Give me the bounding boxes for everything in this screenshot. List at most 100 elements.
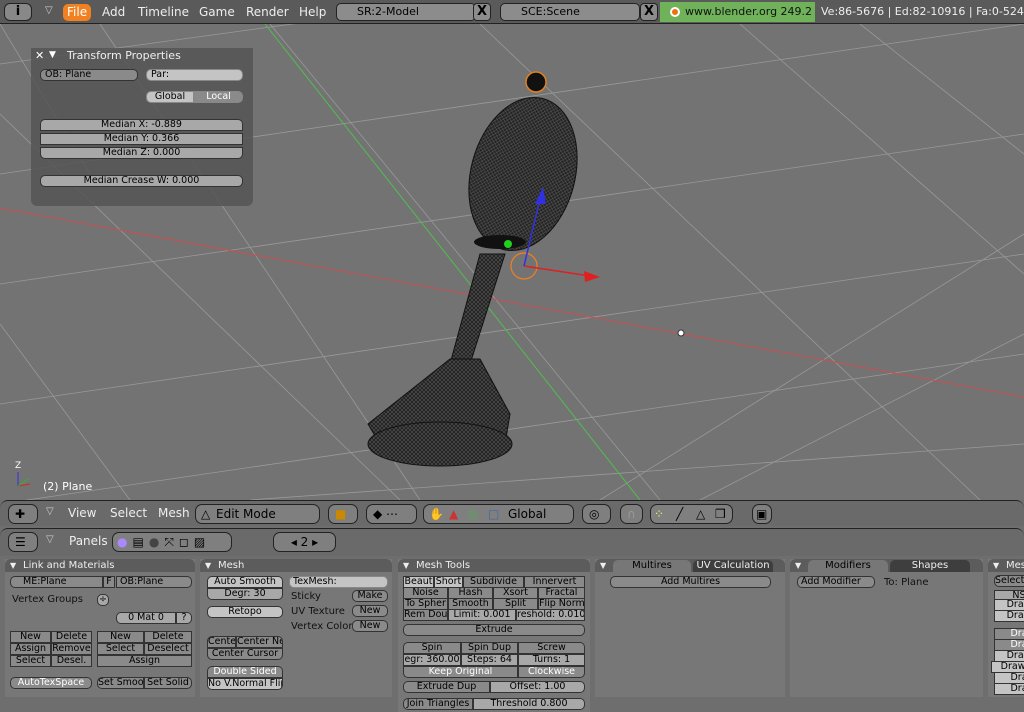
- add-modifier-selector[interactable]: Add Modifier: [797, 576, 875, 588]
- object-icon[interactable]: ⤧: [164, 535, 179, 549]
- join-triangles-button[interactable]: Join Triangles: [403, 698, 473, 710]
- vertex-group-menu[interactable]: ÷: [97, 594, 109, 606]
- vgroup-deselect-button[interactable]: Desel.: [51, 655, 92, 667]
- scene-delete-button[interactable]: X: [640, 3, 658, 21]
- remove-doubles-button[interactable]: Rem Dou: [403, 609, 448, 621]
- clockwise-toggle[interactable]: Clockwise: [518, 666, 585, 678]
- menu-add[interactable]: Add: [98, 4, 129, 21]
- keep-original-toggle[interactable]: Keep Original: [403, 666, 518, 678]
- menu-render[interactable]: Render: [242, 4, 293, 21]
- logic-icon[interactable]: ●: [117, 535, 132, 549]
- median-y-field[interactable]: Median Y: 0.366: [40, 133, 243, 145]
- local-toggle[interactable]: Local: [194, 91, 243, 103]
- spin-button[interactable]: Spin: [403, 642, 461, 654]
- 3d-viewport[interactable]: Z (2) Plane ✕ ▼ Transform Properties OB:…: [0, 24, 1024, 500]
- limit-field[interactable]: Limit: 0.001: [448, 609, 516, 621]
- join-threshold-field[interactable]: Threshold 0.800: [473, 698, 585, 710]
- material-index-field[interactable]: 0 Mat 0: [116, 612, 176, 624]
- screen-selector[interactable]: SR:2-Model: [336, 3, 476, 21]
- translate-icon[interactable]: ▲: [449, 505, 458, 523]
- set-smooth-button[interactable]: Set Smoo: [97, 677, 144, 689]
- threshold-field[interactable]: reshold: 0.010: [516, 609, 585, 621]
- draw-type-button[interactable]: ■: [328, 504, 358, 524]
- screen-delete-button[interactable]: X: [473, 3, 491, 21]
- vgroup-new-button[interactable]: New: [10, 631, 51, 643]
- info-icon[interactable]: i: [4, 3, 32, 21]
- menu-mesh[interactable]: Mesh: [158, 506, 190, 520]
- panel-header[interactable]: ▼ Mesh Tools: [398, 559, 590, 572]
- snap-magnet-icon[interactable]: ∩: [620, 504, 643, 524]
- collapse-triangle-icon[interactable]: ▼: [10, 559, 16, 572]
- material-new-button[interactable]: New: [97, 631, 144, 643]
- degree-field[interactable]: egr: 360.00: [403, 654, 461, 666]
- editor-type-button[interactable]: ☰: [8, 532, 38, 552]
- menu-game[interactable]: Game: [195, 4, 239, 21]
- render-preview-icon[interactable]: ▣: [752, 504, 772, 524]
- screw-button[interactable]: Screw: [518, 642, 585, 654]
- no-vnormal-flip-toggle[interactable]: No V.Normal Flip: [207, 678, 283, 690]
- menu-view[interactable]: View: [68, 506, 96, 520]
- steps-field[interactable]: Steps: 64: [461, 654, 518, 666]
- rotate-icon[interactable]: ◎: [468, 505, 478, 523]
- material-assign-button[interactable]: Assign: [97, 655, 192, 667]
- center-new-button[interactable]: Center Ne: [236, 636, 283, 648]
- set-solid-button[interactable]: Set Solid: [144, 677, 192, 689]
- tab-multires[interactable]: Multires: [613, 560, 691, 572]
- double-sided-toggle[interactable]: Double Sided: [207, 666, 283, 678]
- frame-stepper[interactable]: ◂ 2 ▸: [273, 532, 336, 552]
- material-help-button[interactable]: ?: [176, 612, 192, 624]
- spin-dup-button[interactable]: Spin Dup: [461, 642, 518, 654]
- collapse-triangle-icon[interactable]: ▽: [45, 5, 53, 16]
- vgroup-remove-button[interactable]: Remove: [51, 643, 92, 655]
- editor-type-button[interactable]: ✚: [8, 504, 38, 524]
- extrude-dup-button[interactable]: Extrude Dup: [403, 681, 490, 693]
- vertex-select-icon[interactable]: ⁘: [654, 505, 664, 523]
- sticky-make-button[interactable]: Make: [352, 590, 388, 602]
- scene-selector[interactable]: SCE:Scene: [500, 3, 640, 21]
- object-name-field[interactable]: OB: Plane: [40, 69, 138, 81]
- median-crease-field[interactable]: Median Crease W: 0.000: [40, 175, 243, 187]
- material-delete-button[interactable]: Delete: [144, 631, 192, 643]
- scale-icon[interactable]: □: [488, 505, 499, 523]
- mesh-name-field[interactable]: ME:Plane: [10, 576, 103, 588]
- orientation-selector[interactable]: Global: [508, 505, 546, 523]
- editing-icon[interactable]: ◻: [179, 535, 194, 549]
- collapse-triangle-icon[interactable]: ▼: [795, 559, 801, 572]
- select-button[interactable]: Select: [994, 575, 1024, 587]
- parent-field[interactable]: Par:: [146, 69, 243, 81]
- menu-timeline[interactable]: Timeline: [134, 4, 193, 21]
- median-x-field[interactable]: Median X: -0.889: [40, 119, 243, 131]
- panel-header[interactable]: ▼ Mesh: [200, 559, 392, 572]
- material-select-button[interactable]: Select: [97, 643, 144, 655]
- tab-modifiers[interactable]: Modifiers: [808, 560, 888, 572]
- center-button[interactable]: Cente: [207, 636, 236, 648]
- autotexspace-toggle[interactable]: AutoTexSpace: [10, 677, 92, 689]
- median-z-field[interactable]: Median Z: 0.000: [40, 147, 243, 159]
- proportional-edit-icon[interactable]: ◎: [582, 504, 611, 524]
- collapse-triangle-icon[interactable]: ▽: [46, 534, 54, 545]
- retopo-toggle[interactable]: Retopo: [207, 606, 283, 618]
- add-multires-button[interactable]: Add Multires: [610, 576, 771, 588]
- edge-select-icon[interactable]: ╱: [676, 505, 683, 523]
- vgroup-select-button[interactable]: Select: [10, 655, 51, 667]
- center-cursor-button[interactable]: Center Cursor: [207, 648, 283, 660]
- face-select-icon[interactable]: △: [696, 505, 705, 523]
- scene-icon[interactable]: ▨: [194, 535, 210, 549]
- close-icon[interactable]: ✕: [35, 49, 44, 62]
- material-deselect-button[interactable]: Deselect: [144, 643, 192, 655]
- fake-user-button[interactable]: F: [103, 576, 115, 588]
- vertex-color-new-button[interactable]: New: [352, 620, 388, 632]
- draw-toggle[interactable]: Dra: [994, 683, 1024, 695]
- collapse-triangle-icon[interactable]: ▼: [600, 559, 606, 572]
- mode-selector[interactable]: △ Edit Mode: [195, 504, 320, 524]
- texmesh-field[interactable]: TexMesh:: [289, 576, 388, 588]
- menu-file[interactable]: File: [63, 4, 92, 21]
- menu-help[interactable]: Help: [295, 4, 330, 21]
- mesh-object[interactable]: [367, 71, 593, 467]
- turns-field[interactable]: Turns: 1: [518, 654, 585, 666]
- vgroup-assign-button[interactable]: Assign: [10, 643, 51, 655]
- pivot-selector[interactable]: ◆ ⋯: [366, 504, 417, 524]
- collapse-triangle-icon[interactable]: ▼: [49, 50, 56, 60]
- menu-select[interactable]: Select: [110, 506, 147, 520]
- auto-smooth-toggle[interactable]: Auto Smooth: [207, 576, 283, 588]
